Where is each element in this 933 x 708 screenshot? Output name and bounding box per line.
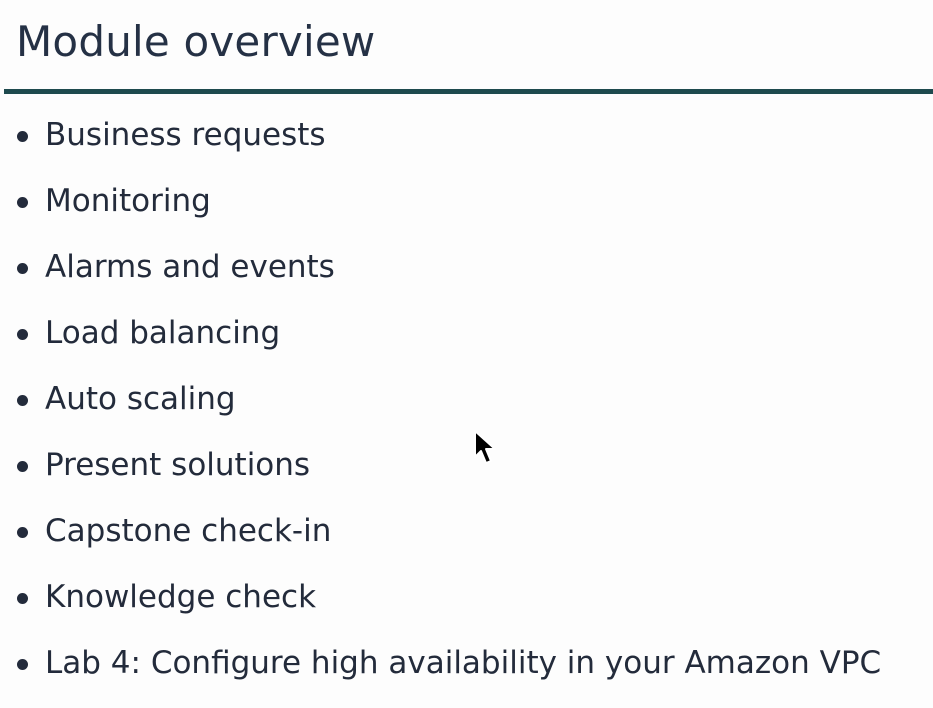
bullet-text: Load balancing bbox=[45, 315, 281, 351]
bullet-dot bbox=[17, 197, 28, 208]
bullet-item: Monitoring bbox=[0, 168, 881, 234]
bullet-dot bbox=[17, 263, 28, 274]
bullet-text: Monitoring bbox=[45, 183, 211, 219]
bullet-text: Lab 4: Configure high availability in yo… bbox=[45, 645, 882, 681]
bullet-item: Knowledge check bbox=[0, 564, 881, 630]
bullet-text: Auto scaling bbox=[45, 381, 236, 417]
bullet-item: Alarms and events bbox=[0, 234, 881, 300]
bullet-dot bbox=[17, 461, 28, 472]
slide-title: Module overview bbox=[16, 17, 376, 66]
bullet-item: Auto scaling bbox=[0, 366, 881, 432]
bullet-text: Present solutions bbox=[45, 447, 311, 483]
bullet-item: Business requests bbox=[0, 102, 881, 168]
bullet-text: Knowledge check bbox=[45, 579, 317, 615]
slide: Module overview Business requests Monito… bbox=[0, 0, 933, 708]
bullet-dot bbox=[17, 593, 28, 604]
bullet-list: Business requests Monitoring Alarms and … bbox=[0, 102, 881, 696]
bullet-item: Capstone check-in bbox=[0, 498, 881, 564]
bullet-dot bbox=[17, 395, 28, 406]
bullet-dot bbox=[17, 659, 28, 670]
bullet-text: Capstone check-in bbox=[45, 513, 332, 549]
bullet-text: Alarms and events bbox=[45, 249, 335, 285]
bullet-dot bbox=[17, 131, 28, 142]
bullet-item: Load balancing bbox=[0, 300, 881, 366]
bullet-text: Business requests bbox=[45, 117, 326, 153]
bullet-item: Present solutions bbox=[0, 432, 881, 498]
bullet-dot bbox=[17, 329, 28, 340]
title-divider bbox=[4, 89, 933, 94]
bullet-dot bbox=[17, 527, 28, 538]
mouse-pointer-icon bbox=[474, 430, 496, 464]
bullet-item: Lab 4: Configure high availability in yo… bbox=[0, 630, 881, 696]
